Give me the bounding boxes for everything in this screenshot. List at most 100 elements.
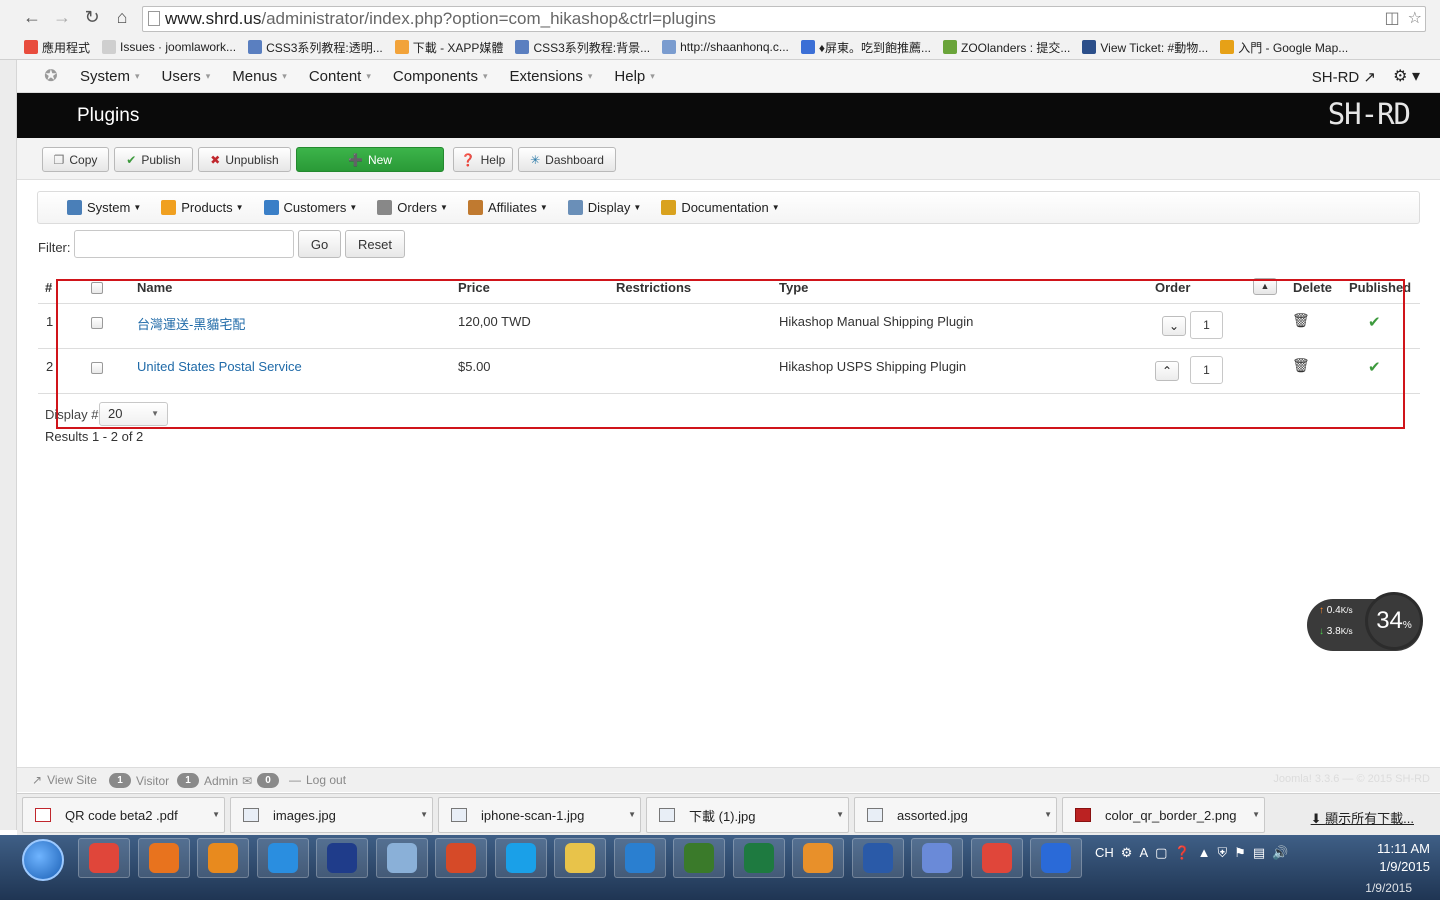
site-link[interactable]: SH-RD ↗ (1312, 68, 1376, 86)
bookmark-item[interactable]: CSS3系列教程:背景... (515, 39, 650, 56)
taskbar-app-word[interactable] (851, 838, 904, 878)
row-2-order-input[interactable]: 1 (1190, 356, 1223, 384)
reset-button[interactable]: Reset (345, 230, 405, 258)
taskbar-app-excel[interactable] (732, 838, 785, 878)
col-name-header[interactable]: Name (137, 280, 172, 295)
taskbar-app-notes[interactable] (375, 838, 428, 878)
move-up-button[interactable]: ⌃ (1155, 361, 1179, 381)
download-menu-icon[interactable]: ▼ (1252, 810, 1260, 819)
flag-icon[interactable]: ⚑ (1234, 845, 1246, 861)
taskbar-app-itunes[interactable] (911, 838, 963, 878)
row-2-checkbox[interactable] (91, 362, 103, 374)
top-menu-system[interactable]: System ▾ (80, 68, 140, 85)
top-menu-components[interactable]: Components ▾ (393, 68, 488, 85)
volume-icon[interactable]: 🔊 (1272, 845, 1288, 861)
save-order-button[interactable]: ▲ (1253, 278, 1277, 295)
show-all-downloads-link[interactable]: ⬇ 顯示所有下載... (1311, 808, 1414, 827)
unpublish-button[interactable]: ✖ Unpublish (198, 147, 291, 172)
top-menu-extensions[interactable]: Extensions ▾ (509, 68, 592, 85)
taskbar-app-ie[interactable] (256, 838, 309, 878)
network-speed-widget[interactable]: ↑ 0.4K/s ↓ 3.8K/s 34% (1307, 592, 1423, 651)
top-menu-help[interactable]: Help ▾ (614, 68, 654, 85)
top-menu-users[interactable]: Users ▾ (162, 68, 211, 85)
row-1-name-link[interactable]: 台灣運送-黑貓宅配 (137, 317, 245, 332)
filter-input[interactable] (74, 230, 294, 258)
taskbar-app-chrome[interactable] (970, 838, 1023, 878)
address-bar[interactable]: www.shrd.us/administrator/index.php?opti… (142, 6, 1426, 32)
tray-icon[interactable]: ▢ (1155, 845, 1167, 861)
col-published-header[interactable]: Published (1349, 280, 1411, 295)
download-item[interactable]: images.jpg ▼ (230, 797, 433, 833)
download-menu-icon[interactable]: ▼ (212, 810, 220, 819)
row-2-name-link[interactable]: United States Postal Service (137, 359, 302, 374)
top-menu-content[interactable]: Content ▾ (309, 68, 371, 85)
taskbar-app-chrome[interactable] (78, 838, 130, 878)
back-icon[interactable]: ← (22, 7, 42, 28)
shield-tray-icon[interactable]: ⛨ (1217, 845, 1227, 861)
download-menu-icon[interactable]: ▼ (836, 810, 844, 819)
taskbar-app-powerpoint[interactable] (435, 838, 487, 878)
language-indicator[interactable]: CH (1095, 845, 1114, 861)
bookmark-item[interactable]: 下載 - XAPP媒體 (394, 39, 503, 56)
taskbar-app-outlook[interactable] (792, 838, 844, 878)
tray-icon[interactable]: A (1139, 845, 1148, 861)
col-price-header[interactable]: Price (458, 280, 490, 295)
row-1-order-input[interactable]: 1 (1190, 311, 1223, 339)
translate-icon[interactable]: ◫ (1385, 8, 1400, 28)
visitor-status[interactable]: 1 Visitor (109, 773, 169, 788)
display-limit-select[interactable]: 20 ▼ (99, 402, 168, 426)
submenu-products[interactable]: Products ▼ (161, 200, 244, 215)
download-item[interactable]: assorted.jpg ▼ (854, 797, 1057, 833)
help-tray-icon[interactable]: ❓ (1174, 845, 1190, 861)
download-item[interactable]: color_qr_border_2.png ▼ (1062, 797, 1265, 833)
gear-icon[interactable]: ⚙ ▾ (1393, 66, 1420, 86)
row-2-published-icon[interactable]: ✔ (1368, 358, 1381, 376)
download-menu-icon[interactable]: ▼ (420, 810, 428, 819)
submenu-affiliates[interactable]: Affiliates ▼ (467, 200, 548, 215)
select-all-checkbox[interactable] (91, 282, 103, 294)
col-order-header[interactable]: Order (1155, 280, 1190, 295)
row-1-delete-icon[interactable]: 🗑 (1292, 312, 1310, 329)
bookmark-item[interactable]: ♦屏東。吃到飽推薦... (800, 39, 931, 56)
taskbar-app-media[interactable] (197, 838, 249, 878)
col-type-header[interactable]: Type (779, 280, 808, 295)
taskbar-app-ps[interactable] (316, 838, 368, 878)
submenu-customers[interactable]: Customers ▼ (263, 200, 357, 215)
logout-link[interactable]: — Log out (289, 773, 346, 787)
row-2-delete-icon[interactable]: 🗑 (1292, 357, 1310, 374)
go-button[interactable]: Go (298, 230, 341, 258)
bookmark-item[interactable]: View Ticket: #動物... (1082, 39, 1208, 56)
bookmark-item[interactable]: http://shaanhonq.c... (662, 40, 789, 54)
bookmark-item[interactable]: 應用程式 (24, 39, 90, 56)
tray-icon[interactable]: ⚙ (1121, 845, 1133, 861)
move-down-button[interactable]: ⌄ (1162, 316, 1186, 336)
help-button[interactable]: ❓ Help (453, 147, 513, 172)
download-menu-icon[interactable]: ▼ (628, 810, 636, 819)
submenu-orders[interactable]: Orders ▼ (377, 200, 448, 215)
view-site-link[interactable]: ↗ View Site (32, 773, 97, 787)
taskbar-clock[interactable]: 11:11 AM 1/9/2015 (1377, 840, 1430, 876)
copy-button[interactable]: ❐ Copy (42, 147, 109, 172)
network-icon[interactable]: ▤ (1253, 845, 1265, 861)
forward-icon[interactable]: → (52, 7, 72, 28)
top-menu-menus[interactable]: Menus ▾ (232, 68, 287, 85)
download-item[interactable]: QR code beta2 .pdf ▼ (22, 797, 225, 833)
download-item[interactable]: 下載 (1).jpg ▼ (646, 797, 849, 833)
submenu-system[interactable]: System ▼ (67, 200, 141, 215)
submenu-display[interactable]: Display ▼ (567, 200, 641, 215)
bookmark-item[interactable]: ZOOlanders : 提交... (943, 39, 1070, 56)
bookmark-star-icon[interactable]: ☆ (1408, 8, 1422, 28)
admin-status[interactable]: 1 Admin (177, 773, 238, 788)
home-icon[interactable]: ⌂ (112, 7, 132, 28)
start-button[interactable] (22, 839, 64, 881)
download-menu-icon[interactable]: ▼ (1044, 810, 1052, 819)
submenu-documentation[interactable]: Documentation ▼ (661, 200, 780, 215)
bookmark-item[interactable]: 入門 - Google Map... (1220, 39, 1348, 56)
bookmark-item[interactable]: CSS3系列教程:透明... (248, 39, 383, 56)
row-1-checkbox[interactable] (91, 317, 103, 329)
taskbar-app-browser[interactable] (613, 838, 666, 878)
reload-icon[interactable]: ↻ (82, 7, 102, 28)
messages-status[interactable]: ✉ 0 (242, 773, 280, 788)
show-hidden-icons[interactable]: ▲ (1198, 845, 1211, 861)
taskbar-app-shield[interactable] (1030, 838, 1082, 878)
